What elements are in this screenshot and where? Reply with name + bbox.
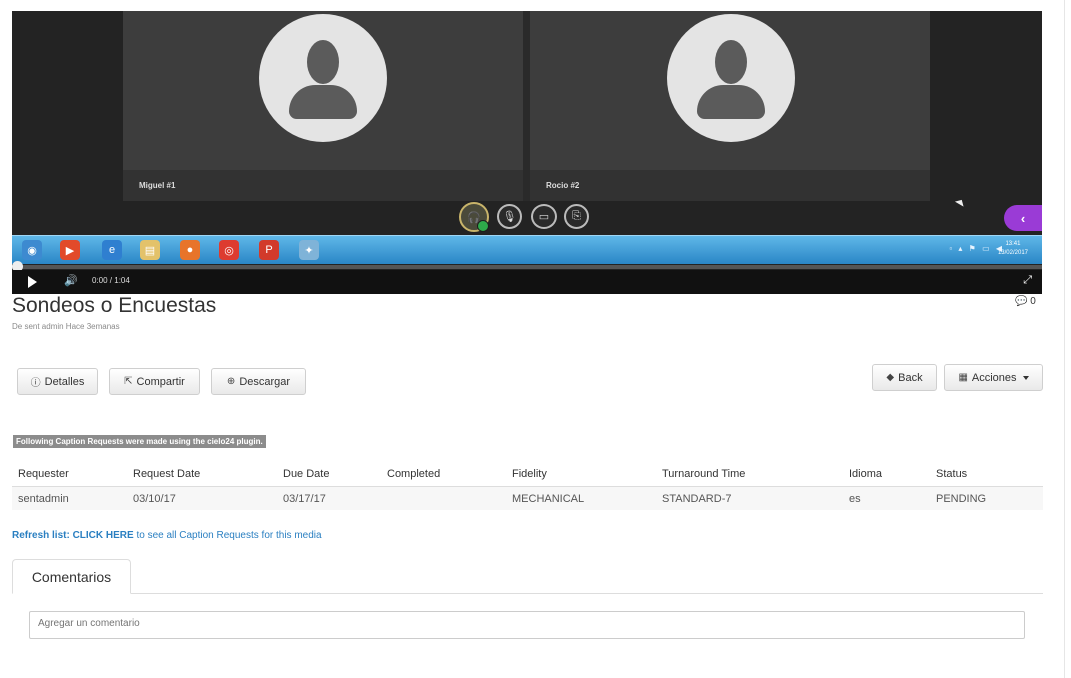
- mic-icon: 🎙: [497, 204, 522, 229]
- caption-requests-table: Requester Request Date Due Date Complete…: [12, 463, 1043, 510]
- caret-down-icon: [1022, 375, 1029, 380]
- participant-tile: Miguel #1: [123, 11, 523, 201]
- tab-comentarios[interactable]: Comentarios: [12, 559, 131, 594]
- comment-input[interactable]: [29, 611, 1025, 639]
- chrome-icon: ◎: [219, 240, 239, 260]
- table-cell: sentadmin: [12, 486, 127, 510]
- user-avatar-icon: [259, 14, 387, 142]
- table-row: sentadmin 03/10/17 03/17/17 MECHANICAL S…: [12, 486, 1043, 510]
- download-button[interactable]: ⊕ Descargar: [211, 368, 306, 395]
- participant-name: Miguel #1: [139, 181, 176, 190]
- system-tray-icons: ▫ ▴ ⚑ ▭ ◀: [949, 244, 1004, 253]
- table-cell: PENDING: [930, 486, 1043, 510]
- back-button[interactable]: ◆ Back: [872, 364, 937, 391]
- chevron-left-icon: ‹: [1004, 205, 1042, 231]
- table-cell: es: [843, 486, 930, 510]
- table-cell: [381, 486, 506, 510]
- table-cell: MECHANICAL: [506, 486, 656, 510]
- column-header: Due Date: [277, 463, 381, 487]
- table-header-row: Requester Request Date Due Date Complete…: [12, 463, 1043, 487]
- column-header: Status: [930, 463, 1043, 487]
- column-header: Completed: [381, 463, 506, 487]
- volume-icon[interactable]: 🔊: [64, 274, 78, 287]
- column-header: Request Date: [127, 463, 277, 487]
- page-title: Sondeos o Encuestas: [12, 294, 217, 317]
- table-cell: STANDARD-7: [656, 486, 843, 510]
- taskbar-clock: 13:41 13/02/2017: [997, 241, 1028, 256]
- fullscreen-icon[interactable]: ⤢: [1023, 274, 1032, 287]
- user-avatar-icon: [667, 14, 795, 142]
- column-header: Idioma: [843, 463, 930, 487]
- comment-icon: 💬: [1015, 296, 1028, 307]
- video-time: 0:00 / 1:04: [92, 276, 130, 285]
- app-icon: ✦: [299, 240, 319, 260]
- refresh-link[interactable]: Refresh list: CLICK HERE to see all Capt…: [12, 530, 322, 541]
- media-player-icon: ▶: [60, 240, 80, 260]
- taskbar: ◉ ▶ e ▤ ● ◎ P ✦ ▫ ▴ ⚑ ▭ ◀ 13:41 13/02/20…: [12, 235, 1042, 264]
- start-orb-icon: ◉: [22, 240, 42, 260]
- info-icon: ⓘ: [30, 378, 41, 389]
- share-button[interactable]: ⇱ Compartir: [109, 368, 200, 395]
- byline: De sent admin Hace 3emanas: [12, 322, 120, 331]
- audio-status-icon: 🎧: [459, 202, 489, 232]
- firefox-icon: ●: [180, 240, 200, 260]
- table-cell: 03/10/17: [127, 486, 277, 510]
- camera-icon: ▭: [531, 204, 557, 229]
- powerpoint-icon: P: [259, 240, 279, 260]
- play-icon[interactable]: [28, 276, 37, 288]
- folder-icon: ▤: [140, 240, 160, 260]
- comment-count: 💬 0: [1015, 296, 1036, 307]
- share-icon: ⇱: [124, 376, 133, 387]
- video-progress-bar[interactable]: [12, 261, 1042, 272]
- tab-divider: [12, 593, 1043, 594]
- actions-dropdown[interactable]: ▦ Acciones: [944, 364, 1043, 391]
- list-icon: ▦: [958, 372, 968, 383]
- column-header: Fidelity: [506, 463, 656, 487]
- column-header: Requester: [12, 463, 127, 487]
- mouse-cursor-icon: [954, 197, 967, 207]
- table-cell: 03/17/17: [277, 486, 381, 510]
- details-button[interactable]: ⓘ Detalles: [17, 368, 98, 395]
- column-header: Turnaround Time: [656, 463, 843, 487]
- video-player[interactable]: Miguel #1 Rocio #2 🎧 🎙 ▭ ⎘ ‹ ◉ ▶ e ▤ ● ◎…: [12, 11, 1042, 294]
- participant-name: Rocio #2: [546, 181, 580, 190]
- download-icon: ⊕: [226, 376, 236, 387]
- arrow-left-icon: ◆: [886, 372, 895, 383]
- participant-tile: Rocio #2: [530, 11, 930, 201]
- page-edge: [1064, 0, 1071, 678]
- ie-browser-icon: e: [102, 240, 122, 260]
- screen-share-icon: ⎘: [564, 204, 589, 229]
- video-controls: 🔊 0:00 / 1:04 ⤢: [12, 270, 1042, 294]
- caption-notice: Following Caption Requests were made usi…: [13, 435, 266, 448]
